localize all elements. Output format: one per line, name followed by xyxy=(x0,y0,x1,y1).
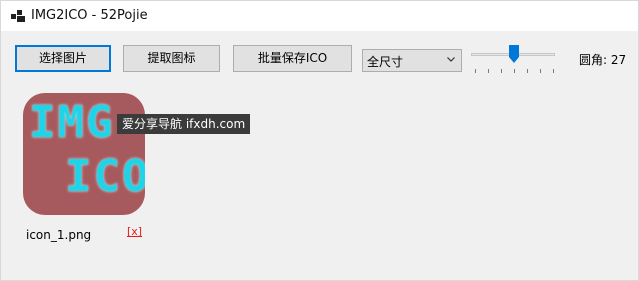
batch-save-ico-button[interactable]: 批量保存ICO xyxy=(233,45,352,72)
corner-radius-label: 圆角: 27 xyxy=(579,53,627,67)
select-image-button[interactable]: 选择图片 xyxy=(15,45,111,72)
extract-icon-button[interactable]: 提取图标 xyxy=(123,45,220,72)
corner-radius-slider[interactable] xyxy=(469,41,557,77)
chevron-down-icon xyxy=(447,57,455,62)
window-title: IMG2ICO - 52Pojie xyxy=(31,8,148,23)
slider-tick xyxy=(540,69,541,73)
thumbnail-filename: icon_1.png xyxy=(26,228,92,242)
slider-tick xyxy=(514,69,515,73)
size-select-value: 全尺寸 xyxy=(367,55,404,69)
title-bar[interactable]: IMG2ICO - 52Pojie xyxy=(1,1,638,31)
slider-thumb[interactable] xyxy=(509,45,519,63)
thumbnail-text-img: IMG xyxy=(29,97,115,148)
slider-tick xyxy=(553,69,554,73)
tooltip: 爱分享导航 ifxdh.com xyxy=(117,114,251,134)
app-icon xyxy=(11,10,25,22)
slider-tick xyxy=(501,69,502,73)
remove-thumbnail-link[interactable]: [x] xyxy=(127,225,142,238)
slider-tick xyxy=(527,69,528,73)
thumbnail-text-ico: ICO xyxy=(65,151,145,202)
size-select[interactable]: 全尺寸 xyxy=(362,49,462,72)
app-window: IMG2ICO - 52Pojie 选择图片 提取图标 批量保存ICO 全尺寸 … xyxy=(0,0,639,281)
icon-thumbnail[interactable]: IMG ICO xyxy=(23,93,145,215)
slider-tick xyxy=(488,69,489,73)
slider-tick xyxy=(475,69,476,73)
